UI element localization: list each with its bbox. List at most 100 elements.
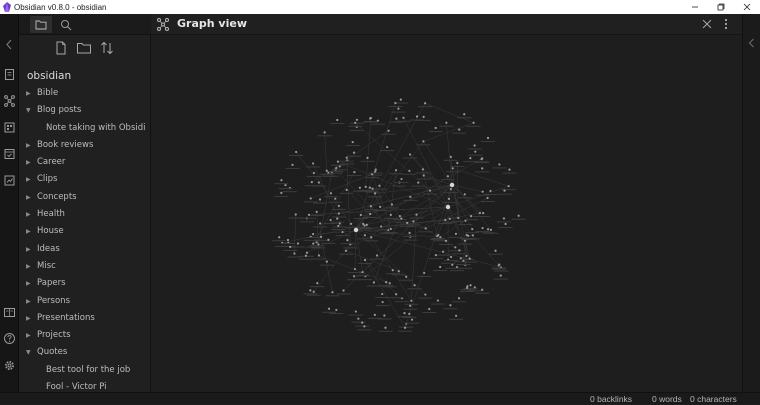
help-icon[interactable] <box>3 332 16 345</box>
graph-node[interactable] <box>342 289 344 291</box>
caret-right-icon[interactable]: ▶ <box>26 275 31 292</box>
graph-node[interactable] <box>454 246 456 248</box>
graph-node[interactable] <box>474 144 476 146</box>
graph-node[interactable] <box>415 214 417 216</box>
caret-right-icon[interactable]: ▶ <box>26 171 31 188</box>
graph-node[interactable] <box>466 234 468 236</box>
graph-node[interactable] <box>487 137 489 139</box>
folder-item[interactable]: ▶House <box>19 223 145 240</box>
graph-node[interactable] <box>437 234 439 236</box>
graph-node[interactable] <box>503 190 505 192</box>
graph-node[interactable] <box>474 151 476 153</box>
graph-node[interactable] <box>353 275 355 277</box>
graph-node[interactable] <box>345 250 347 252</box>
graph-node[interactable] <box>398 270 400 272</box>
graph-node[interactable] <box>319 198 321 200</box>
file-item[interactable]: Note taking with Obsidian <box>19 120 145 137</box>
graph-node[interactable] <box>318 181 320 183</box>
graph-node[interactable] <box>403 312 405 314</box>
graph-node[interactable] <box>489 190 491 192</box>
graph-node[interactable] <box>504 223 506 225</box>
minimize-button[interactable] <box>682 0 708 14</box>
graph-node[interactable] <box>391 203 393 205</box>
graph-node[interactable] <box>369 117 371 119</box>
graph-node[interactable] <box>339 222 341 224</box>
caret-down-icon[interactable]: ▼ <box>26 344 31 361</box>
graph-node[interactable] <box>390 214 392 216</box>
close-window-button[interactable] <box>734 0 760 14</box>
graph-node[interactable] <box>317 243 319 245</box>
graph-node[interactable] <box>369 213 371 215</box>
graph-node[interactable] <box>320 236 322 238</box>
graph-node[interactable] <box>481 157 483 159</box>
folder-item[interactable]: ▶Ideas <box>19 241 145 258</box>
folder-item[interactable]: ▶Papers <box>19 275 145 292</box>
graph-node[interactable] <box>386 146 388 148</box>
caret-right-icon[interactable]: ▶ <box>26 137 31 154</box>
caret-right-icon[interactable]: ▶ <box>26 258 31 275</box>
sort-order-icon[interactable] <box>98 39 116 57</box>
graph-node[interactable] <box>412 220 414 222</box>
graph-node[interactable] <box>361 321 363 323</box>
graph-node[interactable] <box>395 169 397 171</box>
graph-node[interactable] <box>487 228 489 230</box>
graph-node[interactable] <box>471 228 473 230</box>
graph-node[interactable] <box>417 181 419 183</box>
graph-node[interactable] <box>406 222 408 224</box>
graph-node[interactable] <box>330 192 332 194</box>
graph-node[interactable] <box>508 169 510 171</box>
graph-node[interactable] <box>469 258 471 260</box>
graph-node[interactable] <box>313 172 315 174</box>
graph-node[interactable] <box>308 214 310 216</box>
graph-node[interactable] <box>336 119 338 121</box>
graph-node[interactable] <box>356 119 358 121</box>
graph-node[interactable] <box>482 191 484 193</box>
close-icon[interactable] <box>700 17 714 31</box>
graph-node[interactable] <box>324 131 326 133</box>
graph-node[interactable] <box>291 164 293 166</box>
graph-node[interactable] <box>385 281 387 283</box>
graph-node[interactable] <box>472 122 474 124</box>
graph-node[interactable] <box>331 291 333 293</box>
graph-node[interactable] <box>425 227 427 229</box>
graph-node[interactable] <box>472 234 474 236</box>
settings-icon[interactable] <box>3 359 16 372</box>
graph-node[interactable] <box>469 157 471 159</box>
graph-node[interactable] <box>479 212 481 214</box>
caret-right-icon[interactable]: ▶ <box>26 154 31 171</box>
graph-node[interactable] <box>380 225 382 227</box>
graph-node[interactable] <box>338 212 340 214</box>
graph-node[interactable] <box>416 115 418 117</box>
graph-node[interactable] <box>363 224 365 226</box>
graph-node[interactable] <box>313 291 315 293</box>
file-item[interactable]: Best tool for the job <box>19 362 145 379</box>
graph-node[interactable] <box>361 271 363 273</box>
graph-node[interactable] <box>346 157 348 159</box>
graph-node[interactable] <box>316 282 318 284</box>
graph-node[interactable] <box>458 297 460 299</box>
graph-node[interactable] <box>409 153 411 155</box>
graph-node[interactable] <box>400 98 402 100</box>
graph-node[interactable] <box>449 304 451 306</box>
graph-node[interactable] <box>470 215 472 217</box>
graph-view-icon[interactable] <box>3 94 16 107</box>
graph-node[interactable] <box>373 281 375 283</box>
graph-node[interactable] <box>435 254 437 256</box>
graph-node[interactable] <box>297 242 299 244</box>
folder-item[interactable]: ▶Presentations <box>19 310 145 327</box>
graph-node[interactable] <box>371 188 373 190</box>
graph-node[interactable] <box>354 122 356 124</box>
backlinks-icon[interactable] <box>3 174 16 187</box>
graph-node[interactable] <box>498 163 500 165</box>
graph-node[interactable] <box>383 314 385 316</box>
maximize-button[interactable] <box>708 0 734 14</box>
graph-node[interactable] <box>423 272 425 274</box>
graph-node[interactable] <box>500 274 502 276</box>
graph-node[interactable] <box>280 192 282 194</box>
graph-canvas[interactable] <box>152 35 742 392</box>
graph-node[interactable] <box>400 178 402 180</box>
folder-item[interactable]: ▶Bible <box>19 85 145 102</box>
graph-node[interactable] <box>366 224 368 226</box>
graph-node[interactable] <box>312 162 314 164</box>
folder-item[interactable]: ▶Persons <box>19 293 145 310</box>
